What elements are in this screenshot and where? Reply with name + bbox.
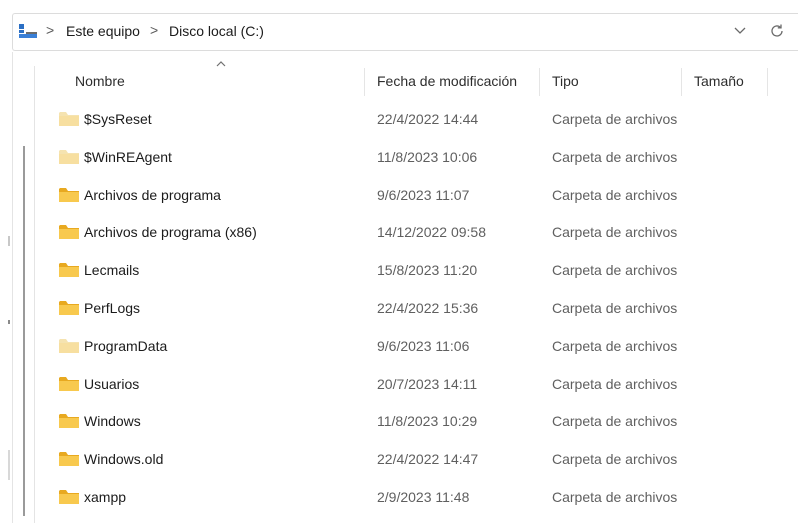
file-row[interactable]: PerfLogs 22/4/2022 15:36 Carpeta de arch… [40,290,798,328]
file-row[interactable]: Archivos de programa 9/6/2023 11:07 Carp… [40,177,798,215]
file-name: Windows [84,413,141,430]
column-header-size[interactable]: Tamaño [694,66,744,96]
column-header-modified[interactable]: Fecha de modificación [377,66,517,96]
file-row[interactable]: xampp 2/9/2023 11:48 Carpeta de archivos [40,479,798,517]
file-modified: 20/7/2023 14:11 [377,375,478,392]
file-type: Carpeta de archivos [552,451,678,468]
chevron-down-icon[interactable] [733,26,747,36]
file-modified: 11/8/2023 10:29 [377,413,478,430]
file-list: $SysReset 22/4/2022 14:44 Carpeta de arc… [40,101,798,517]
file-type: Carpeta de archivos [552,413,678,430]
refresh-icon[interactable] [769,23,785,39]
column-header-name[interactable]: Nombre [75,66,125,96]
file-row[interactable]: Windows.old 22/4/2022 14:47 Carpeta de a… [40,441,798,479]
scrollbar-thumb[interactable] [23,146,25,516]
folder-icon [59,263,79,278]
breadcrumb-separator: > [150,22,159,38]
file-row[interactable]: Usuarios 20/7/2023 14:11 Carpeta de arch… [40,366,798,404]
file-type: Carpeta de archivos [552,224,678,241]
column-divider[interactable] [539,68,540,96]
folder-icon [59,376,79,391]
file-name: Archivos de programa [84,186,221,203]
file-modified: 2/9/2023 11:48 [377,488,470,505]
column-header-type[interactable]: Tipo [552,66,579,96]
file-modified: 9/6/2023 11:06 [377,337,470,354]
file-row[interactable]: $SysReset 22/4/2022 14:44 Carpeta de arc… [40,101,798,139]
file-modified: 22/4/2022 14:44 [377,111,479,127]
folder-icon [59,414,79,429]
file-type: Carpeta de archivos [552,262,678,279]
folder-icon [59,187,79,202]
address-bar[interactable]: > Este equipo > Disco local (C:) [12,13,798,51]
file-type: Carpeta de archivos [552,148,678,165]
file-type: Carpeta de archivos [552,375,678,392]
breadcrumb-este-equipo[interactable]: Este equipo [66,23,140,39]
file-name: Lecmails [84,262,140,279]
file-modified: 22/4/2022 15:36 [377,299,479,316]
folder-icon [59,452,79,467]
file-modified: 11/8/2023 10:06 [377,148,478,165]
file-modified: 22/4/2022 14:47 [377,451,479,468]
file-row[interactable]: Lecmails 15/8/2023 11:20 Carpeta de arch… [40,252,798,290]
file-row[interactable]: $WinREAgent 11/8/2023 10:06 Carpeta de a… [40,139,798,177]
resize-marker [8,236,10,246]
file-name: PerfLogs [84,299,141,316]
file-type: Carpeta de archivos [552,111,678,127]
file-name: Archivos de programa (x86) [84,224,257,241]
file-row[interactable]: Windows 11/8/2023 10:29 Carpeta de archi… [40,403,798,441]
folder-icon [59,149,79,164]
resize-marker [8,450,10,480]
file-row[interactable]: ProgramData 9/6/2023 11:06 Carpeta de ar… [40,328,798,366]
folder-icon [59,225,79,240]
file-type: Carpeta de archivos [552,337,678,354]
breadcrumb-separator: > [46,22,55,38]
file-name: ProgramData [84,337,168,354]
column-header-row: Nombre Fecha de modificación Tipo Tamaño [40,61,798,96]
folder-icon [59,112,79,126]
column-divider[interactable] [681,68,682,96]
column-divider[interactable] [767,68,768,96]
file-name: Windows.old [84,451,164,468]
computer-icon[interactable] [18,22,38,40]
sort-ascending-icon [216,61,226,67]
file-name: Usuarios [84,375,140,392]
breadcrumb-disco-local[interactable]: Disco local (C:) [169,23,264,39]
pane-divider [12,52,13,523]
file-name: xampp [84,488,127,505]
file-name: $SysReset [84,111,152,127]
folder-icon [59,300,79,315]
file-modified: 14/12/2022 09:58 [377,224,486,241]
file-type: Carpeta de archivos [552,299,678,316]
file-row[interactable]: Archivos de programa (x86) 14/12/2022 09… [40,214,798,252]
file-modified: 15/8/2023 11:20 [377,262,478,279]
file-type: Carpeta de archivos [552,186,678,203]
column-divider[interactable] [364,68,365,96]
folder-icon [59,338,79,353]
pane-divider [34,66,35,523]
file-type: Carpeta de archivos [552,488,678,505]
file-modified: 9/6/2023 11:07 [377,186,470,203]
file-name: $WinREAgent [84,148,172,165]
folder-icon [59,489,79,504]
resize-marker [8,320,10,324]
